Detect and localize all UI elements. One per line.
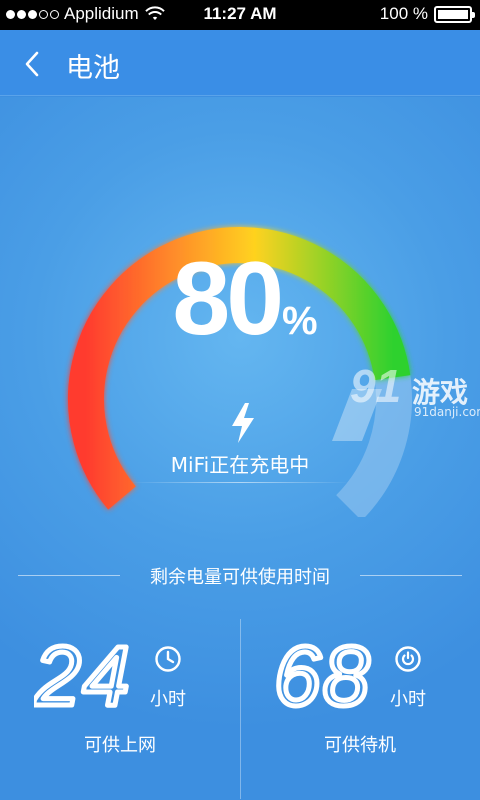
stat-online: 24 小时 可供上网	[0, 627, 240, 767]
divider	[130, 482, 350, 483]
power-icon	[395, 646, 421, 672]
stat-unit: 小时	[150, 689, 186, 710]
section-title: 剩余电量可供使用时间	[150, 567, 330, 588]
nav-header: 电池	[0, 30, 480, 96]
percentage-unit: %	[282, 299, 318, 343]
divider	[360, 575, 462, 576]
lightning-bolt-icon	[232, 403, 254, 443]
watermark-url: 91danji.com	[414, 405, 480, 419]
watermark-number: 91	[350, 360, 402, 412]
battery-icon	[434, 5, 475, 23]
percentage-number: 80	[172, 241, 284, 357]
svg-text:68: 68	[274, 637, 371, 711]
watermark-logo: 91 游戏 91danji.com	[322, 349, 480, 469]
page-title: 电池	[66, 53, 120, 84]
battery-percent: 100 %	[379, 4, 428, 23]
status-right: 100 %	[379, 4, 475, 24]
stat-value: 24	[34, 637, 132, 711]
clock-icon	[155, 646, 181, 672]
stat-value: 68	[274, 637, 372, 711]
stat-caption: 可供上网	[84, 735, 156, 756]
status-bar: Applidium 11:27 AM 100 %	[0, 0, 480, 30]
svg-text:24: 24	[34, 637, 131, 711]
chevron-left-icon[interactable]	[22, 50, 42, 78]
stat-standby: 68 小时 可供待机	[240, 627, 480, 767]
remaining-time-header: 剩余电量可供使用时间	[18, 563, 462, 588]
battery-percentage: 80 %	[150, 247, 340, 377]
stat-caption: 可供待机	[324, 735, 396, 756]
stat-unit: 小时	[390, 689, 426, 710]
battery-main: 80 % MiFi正在充电中 91 游戏 91danji.com 剩余电量可供使…	[0, 97, 480, 800]
